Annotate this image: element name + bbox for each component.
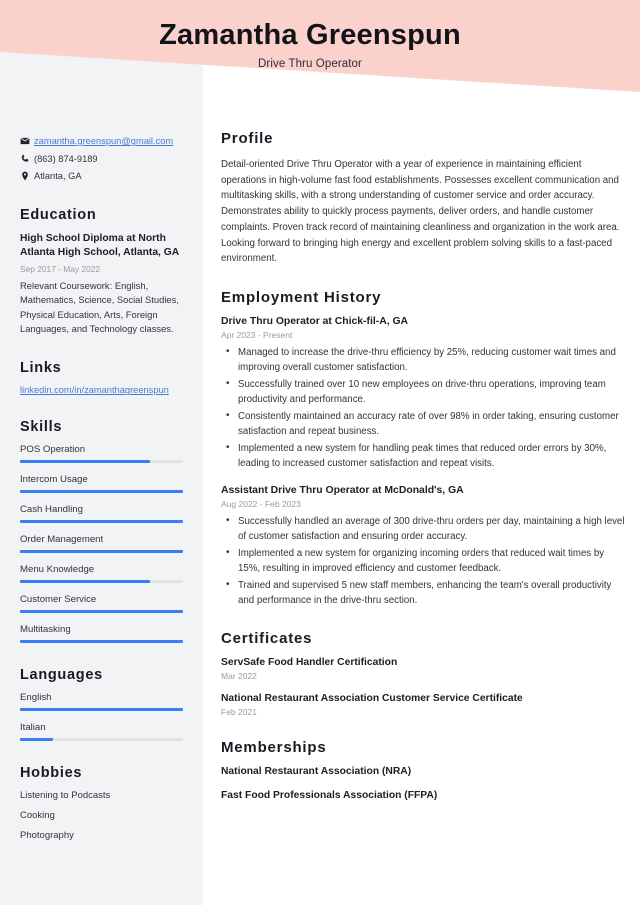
employment-job: Assistant Drive Thru Operator at McDonal… [221,485,626,608]
profile-heading: Profile [221,130,274,147]
skill-bar-track [20,520,183,524]
hobbies-heading: Hobbies [20,765,83,782]
job-bullet: Implemented a new system for organizing … [221,545,626,576]
skill-item: POS Operation [20,444,183,464]
job-bullet: Implemented a new system for handling pe… [221,440,626,471]
job-bullets: Successfully handled an average of 300 d… [221,513,626,608]
job-bullet: Successfully handled an average of 300 d… [221,513,626,544]
skill-bar-track [20,640,183,644]
hobbies-list: Listening to Podcasts Cooking Photograph… [20,790,183,841]
hobby-item: Listening to Podcasts [20,790,111,802]
profile-section: Profile Detail-oriented Drive Thru Opera… [221,130,626,267]
education-item-title: High School Diploma at North Atlanta Hig… [20,232,180,259]
job-bullet: Trained and supervised 5 new staff membe… [221,577,626,608]
certificate-date: Feb 2021 [221,707,257,718]
contact-phone-row: (863) 874-9189 [20,154,183,166]
skill-bar-track [20,580,183,584]
skill-bar-fill [20,640,183,644]
language-item: English [20,692,183,712]
job-bullet: Consistently maintained an accuracy rate… [221,408,626,439]
education-item: High School Diploma at North Atlanta Hig… [20,232,183,336]
skill-bar-fill [20,550,183,554]
skill-bar-track [20,460,183,464]
job-date: Apr 2023 - Present [221,330,293,341]
membership-item: National Restaurant Association (NRA) [221,766,412,778]
languages-heading: Languages [20,667,103,684]
skill-bar-track [20,550,183,554]
memberships-heading: Memberships [221,739,327,757]
job-title: Drive Thru Operator at Chick-fil-A, GA [221,316,409,328]
languages-list: English Italian [20,692,183,742]
skill-label: POS Operation [20,444,86,456]
links-heading: Links [20,360,62,377]
employment-section: Employment History Drive Thru Operator a… [221,289,626,608]
certificates-section: Certificates ServSafe Food Handler Certi… [221,630,626,717]
profile-text: Detail-oriented Drive Thru Operator with… [221,159,620,265]
education-item-description: Relevant Coursework: English, Mathematic… [20,280,179,334]
education-item-date: Sep 2017 - May 2022 [20,264,101,275]
skill-item: Intercom Usage [20,474,183,494]
skill-item: Menu Knowledge [20,564,183,584]
skill-bar-fill [20,490,183,494]
language-label: English [20,692,52,704]
language-bar-track [20,708,183,712]
certificate-item: National Restaurant Association Customer… [221,693,626,717]
skill-label: Cash Handling [20,504,83,516]
membership-item: Fast Food Professionals Association (FFP… [221,790,438,802]
job-bullets: Managed to increase the drive-thru effic… [221,344,626,471]
contact-location-row: Atlanta, GA [20,171,183,183]
skill-item: Order Management [20,534,183,554]
certificate-name: ServSafe Food Handler Certification [221,657,398,669]
certificate-name: National Restaurant Association Customer… [221,693,523,705]
skill-label: Order Management [20,534,104,546]
skill-bar-track [20,490,183,494]
skill-item: Cash Handling [20,504,183,524]
hobby-item: Photography [20,830,74,842]
certificate-date: Mar 2022 [221,671,257,682]
job-title: Assistant Drive Thru Operator at McDonal… [221,485,464,497]
skill-bar-track [20,610,183,614]
skill-label: Menu Knowledge [20,564,95,576]
language-bar-fill [20,708,183,712]
education-heading: Education [20,206,97,223]
skill-item: Customer Service [20,594,183,614]
memberships-section: Memberships National Restaurant Associat… [221,739,626,801]
employment-heading: Employment History [221,289,382,307]
link-item[interactable]: linkedin.com/in/zamanthagreenspun [20,385,183,395]
skill-bar-fill [20,460,151,464]
skill-bar-fill [20,580,151,584]
hobby-item: Cooking [20,810,55,822]
contact-email-row[interactable]: zamantha.greenspun@gmail.com [20,136,183,148]
linkedin-link[interactable]: linkedin.com/in/zamanthagreenspun [20,385,169,395]
skills-heading: Skills [20,419,63,436]
main-content: Profile Detail-oriented Drive Thru Opera… [203,0,640,823]
skills-list: POS Operation Intercom Usage Cash Handli… [20,444,183,644]
contact-phone-text: (863) 874-9189 [34,153,98,164]
skill-bar-fill [20,520,183,524]
sidebar: zamantha.greenspun@gmail.com (863) 874-9… [0,0,203,905]
certificates-heading: Certificates [221,630,313,648]
skill-bar-fill [20,610,183,614]
skill-label: Customer Service [20,594,97,606]
contact-email-link[interactable]: zamantha.greenspun@gmail.com [34,136,173,148]
language-item: Italian [20,722,183,742]
employment-job: Drive Thru Operator at Chick-fil-A, GA A… [221,316,626,471]
resume-document: Zamantha Greenspun Drive Thru Operator z… [0,0,640,905]
certificate-item: ServSafe Food Handler Certification Mar … [221,657,626,681]
job-bullet: Managed to increase the drive-thru effic… [221,344,626,375]
job-date: Aug 2022 - Feb 2023 [221,499,301,510]
language-bar-fill [20,738,53,742]
skill-label: Intercom Usage [20,474,88,486]
language-bar-track [20,738,183,742]
job-bullet: Successfully trained over 10 new employe… [221,376,626,407]
map-pin-icon [20,171,34,181]
envelope-icon [20,136,34,146]
contact-location-text: Atlanta, GA [34,171,82,182]
language-label: Italian [20,722,46,734]
skill-label: Multitasking [20,624,71,636]
skill-item: Multitasking [20,624,183,644]
phone-icon [20,154,34,164]
